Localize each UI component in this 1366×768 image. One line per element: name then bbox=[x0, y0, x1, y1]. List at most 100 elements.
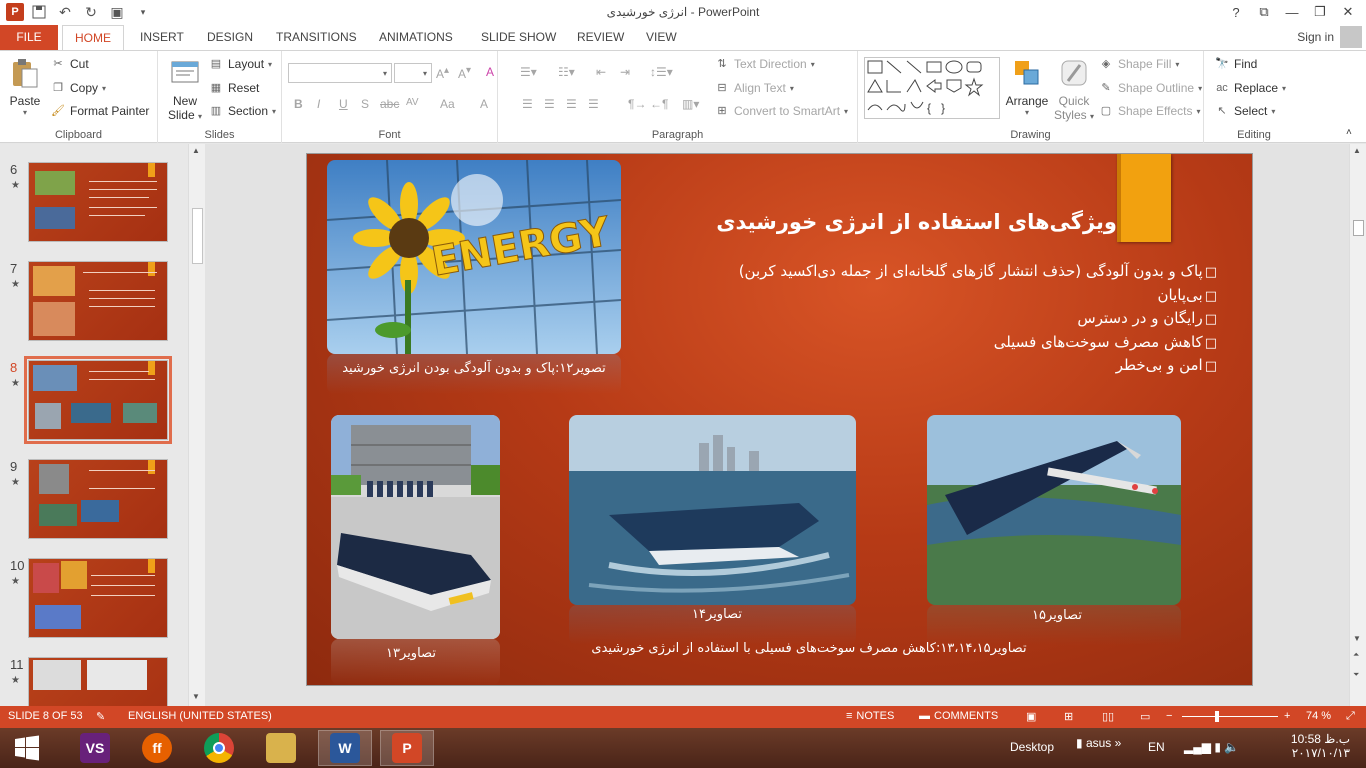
scrollbar-thumb[interactable] bbox=[1353, 220, 1364, 236]
zoom-level[interactable]: 74 % bbox=[1306, 710, 1331, 722]
zoom-in-button[interactable]: + bbox=[1284, 710, 1290, 722]
rtl-button[interactable]: ←¶ bbox=[650, 97, 668, 111]
thumbnail-slide-8[interactable]: 8 ★ bbox=[0, 356, 188, 452]
caption-image-15[interactable]: تصاویر۱۵ bbox=[1007, 608, 1107, 623]
fit-to-window-icon[interactable]: ⤢ bbox=[1346, 710, 1355, 723]
scrollbar-thumb[interactable] bbox=[192, 208, 203, 264]
align-left-button[interactable]: ☰ bbox=[522, 97, 533, 111]
start-button[interactable] bbox=[0, 730, 54, 766]
bullets-button[interactable]: ☰▾ bbox=[520, 65, 537, 79]
shapes-gallery[interactable]: {} bbox=[864, 57, 1000, 119]
columns-button[interactable]: ▥▾ bbox=[682, 97, 699, 111]
tray-icons[interactable]: ▂▄▆ ▮ 🔈 bbox=[1184, 740, 1239, 754]
taskbar-visual-studio[interactable]: VS bbox=[68, 730, 122, 766]
powerpoint-app-icon[interactable]: P bbox=[6, 3, 24, 21]
taskbar-powerpoint[interactable]: P bbox=[380, 730, 434, 766]
previous-slide-icon[interactable]: ⏶ bbox=[1353, 650, 1359, 660]
numbering-button[interactable]: ☷▾ bbox=[558, 65, 575, 79]
sunflower-energy-image[interactable]: ENERGY bbox=[327, 160, 621, 354]
layout-button[interactable]: ▤ Layout ▾ bbox=[208, 57, 272, 71]
customize-qat-icon[interactable]: ▾ bbox=[132, 2, 154, 22]
desktop-toolbar[interactable]: Desktop bbox=[1010, 740, 1054, 754]
font-name-field[interactable]: ▾ bbox=[288, 63, 392, 83]
next-slide-icon[interactable]: ⏷ bbox=[1353, 670, 1359, 680]
reset-button[interactable]: ▦ Reset bbox=[208, 81, 260, 95]
thumbnail-slide-9[interactable]: 9 ★ bbox=[0, 459, 188, 551]
caption-image-13[interactable]: تصاویر۱۳ bbox=[331, 646, 491, 661]
font-size-field[interactable]: ▾ bbox=[394, 63, 432, 83]
save-icon[interactable] bbox=[28, 2, 50, 22]
language-indicator[interactable]: ENGLISH (UNITED STATES) bbox=[128, 710, 272, 722]
tab-design[interactable]: DESIGN bbox=[195, 25, 265, 50]
strikethrough-button[interactable]: abc bbox=[380, 97, 399, 111]
format-painter-button[interactable]: 🖌 Format Painter bbox=[50, 104, 149, 118]
shape-effects-button[interactable]: ▢ Shape Effects ▾ bbox=[1098, 104, 1201, 118]
scroll-down-icon[interactable]: ▼ bbox=[192, 692, 200, 701]
asus-toolbar[interactable]: ▮ asus » bbox=[1076, 736, 1121, 750]
section-button[interactable]: ▥ Section ▾ bbox=[208, 104, 276, 118]
slide-title[interactable]: ویژگی‌های استفاده از انرژی خورشیدی bbox=[716, 210, 1117, 234]
grow-font-button[interactable]: A▴ bbox=[436, 65, 449, 81]
spell-check-icon[interactable]: ✎ bbox=[96, 710, 105, 723]
clock[interactable]: 10:58 ب.ظ ۲۰۱۷/۱۰/۱۳ bbox=[1274, 732, 1350, 760]
thumbnail-slide-11[interactable]: 11 ★ bbox=[0, 657, 188, 706]
zoom-out-button[interactable]: − bbox=[1166, 710, 1172, 722]
caption-image-12[interactable]: تصویر۱۲:پاک و بدون آلودگی بودن انرژی خور… bbox=[327, 361, 621, 376]
redo-icon[interactable]: ↻ bbox=[80, 2, 102, 22]
collapse-ribbon-button[interactable]: ˄ bbox=[1346, 127, 1352, 138]
taskbar-firefox[interactable]: ff bbox=[130, 730, 184, 766]
reading-view-button[interactable]: ▯▯ bbox=[1102, 710, 1114, 723]
undo-icon[interactable]: ↶ bbox=[54, 2, 76, 22]
line-spacing-button[interactable]: ↕☰▾ bbox=[650, 65, 673, 79]
tab-transitions[interactable]: TRANSITIONS bbox=[264, 25, 369, 50]
caption-images-13-14-15[interactable]: تصاویر۱۳،۱۴،۱۵:کاهش مصرف سوخت‌های فسیلی … bbox=[589, 641, 1029, 656]
bold-button[interactable]: B bbox=[294, 97, 303, 111]
scroll-up-icon[interactable]: ▲ bbox=[1353, 146, 1361, 155]
italic-button[interactable]: I bbox=[317, 97, 320, 111]
taskbar-chrome[interactable] bbox=[192, 730, 246, 766]
tab-view[interactable]: VIEW bbox=[634, 25, 689, 50]
minimize-button[interactable]: — bbox=[1278, 2, 1306, 22]
thumbnail-slide-6[interactable]: 6 ★ bbox=[0, 162, 188, 254]
tab-review[interactable]: REVIEW bbox=[565, 25, 636, 50]
solar-plane-image[interactable] bbox=[927, 415, 1181, 605]
shrink-font-button[interactable]: A▾ bbox=[458, 65, 471, 81]
change-case-button[interactable]: Aa bbox=[440, 97, 455, 111]
align-text-button[interactable]: ⊟ Align Text ▾ bbox=[714, 81, 793, 95]
taskbar-file-explorer[interactable] bbox=[254, 730, 308, 766]
convert-smartart-button[interactable]: ⊞ Convert to SmartArt ▾ bbox=[714, 104, 848, 118]
zoom-slider-handle[interactable] bbox=[1215, 711, 1219, 722]
font-color-button[interactable]: A bbox=[480, 97, 488, 111]
justify-button[interactable]: ☰ bbox=[588, 97, 599, 111]
solar-boat-image[interactable] bbox=[569, 415, 856, 605]
notes-button[interactable]: ≡ NOTES bbox=[846, 710, 894, 722]
close-button[interactable]: ✕ bbox=[1334, 2, 1362, 22]
thumbnails-scrollbar[interactable]: ▲ ▼ bbox=[188, 144, 205, 706]
find-button[interactable]: 🔭 Find bbox=[1214, 57, 1257, 71]
restore-button[interactable]: ❐ bbox=[1306, 2, 1334, 22]
decrease-indent-button[interactable]: ⇤ bbox=[596, 65, 606, 79]
start-from-beginning-icon[interactable]: ▣ bbox=[106, 2, 128, 22]
underline-button[interactable]: U bbox=[339, 97, 348, 111]
replace-button[interactable]: ac Replace ▾ bbox=[1214, 81, 1286, 95]
sign-in-link[interactable]: Sign in bbox=[1297, 30, 1334, 44]
cut-button[interactable]: ✂ Cut bbox=[50, 57, 88, 71]
ribbon-display-options-button[interactable]: ⧉ bbox=[1250, 2, 1278, 22]
paste-button[interactable]: Paste ▾ bbox=[6, 57, 44, 117]
arrange-button[interactable]: Arrange ▾ bbox=[1002, 57, 1052, 117]
character-spacing-button[interactable]: AV bbox=[406, 97, 419, 108]
comments-button[interactable]: ▬ COMMENTS bbox=[919, 710, 998, 722]
scroll-up-icon[interactable]: ▲ bbox=[192, 146, 200, 155]
language-bar[interactable]: EN bbox=[1148, 740, 1165, 754]
shape-outline-button[interactable]: ✎ Shape Outline ▾ bbox=[1098, 81, 1202, 95]
text-shadow-button[interactable]: S bbox=[361, 97, 369, 111]
text-direction-button[interactable]: ⇅ Text Direction ▾ bbox=[714, 57, 814, 71]
shape-fill-button[interactable]: ◈ Shape Fill ▾ bbox=[1098, 57, 1180, 71]
align-center-button[interactable]: ☰ bbox=[544, 97, 555, 111]
align-right-button[interactable]: ☰ bbox=[566, 97, 577, 111]
zoom-slider[interactable] bbox=[1182, 716, 1278, 717]
account-avatar[interactable] bbox=[1340, 26, 1362, 48]
copy-button[interactable]: ❐ Copy ▾ bbox=[50, 81, 106, 95]
normal-view-button[interactable]: ▣ bbox=[1026, 710, 1036, 723]
taskbar-word[interactable]: W bbox=[318, 730, 372, 766]
